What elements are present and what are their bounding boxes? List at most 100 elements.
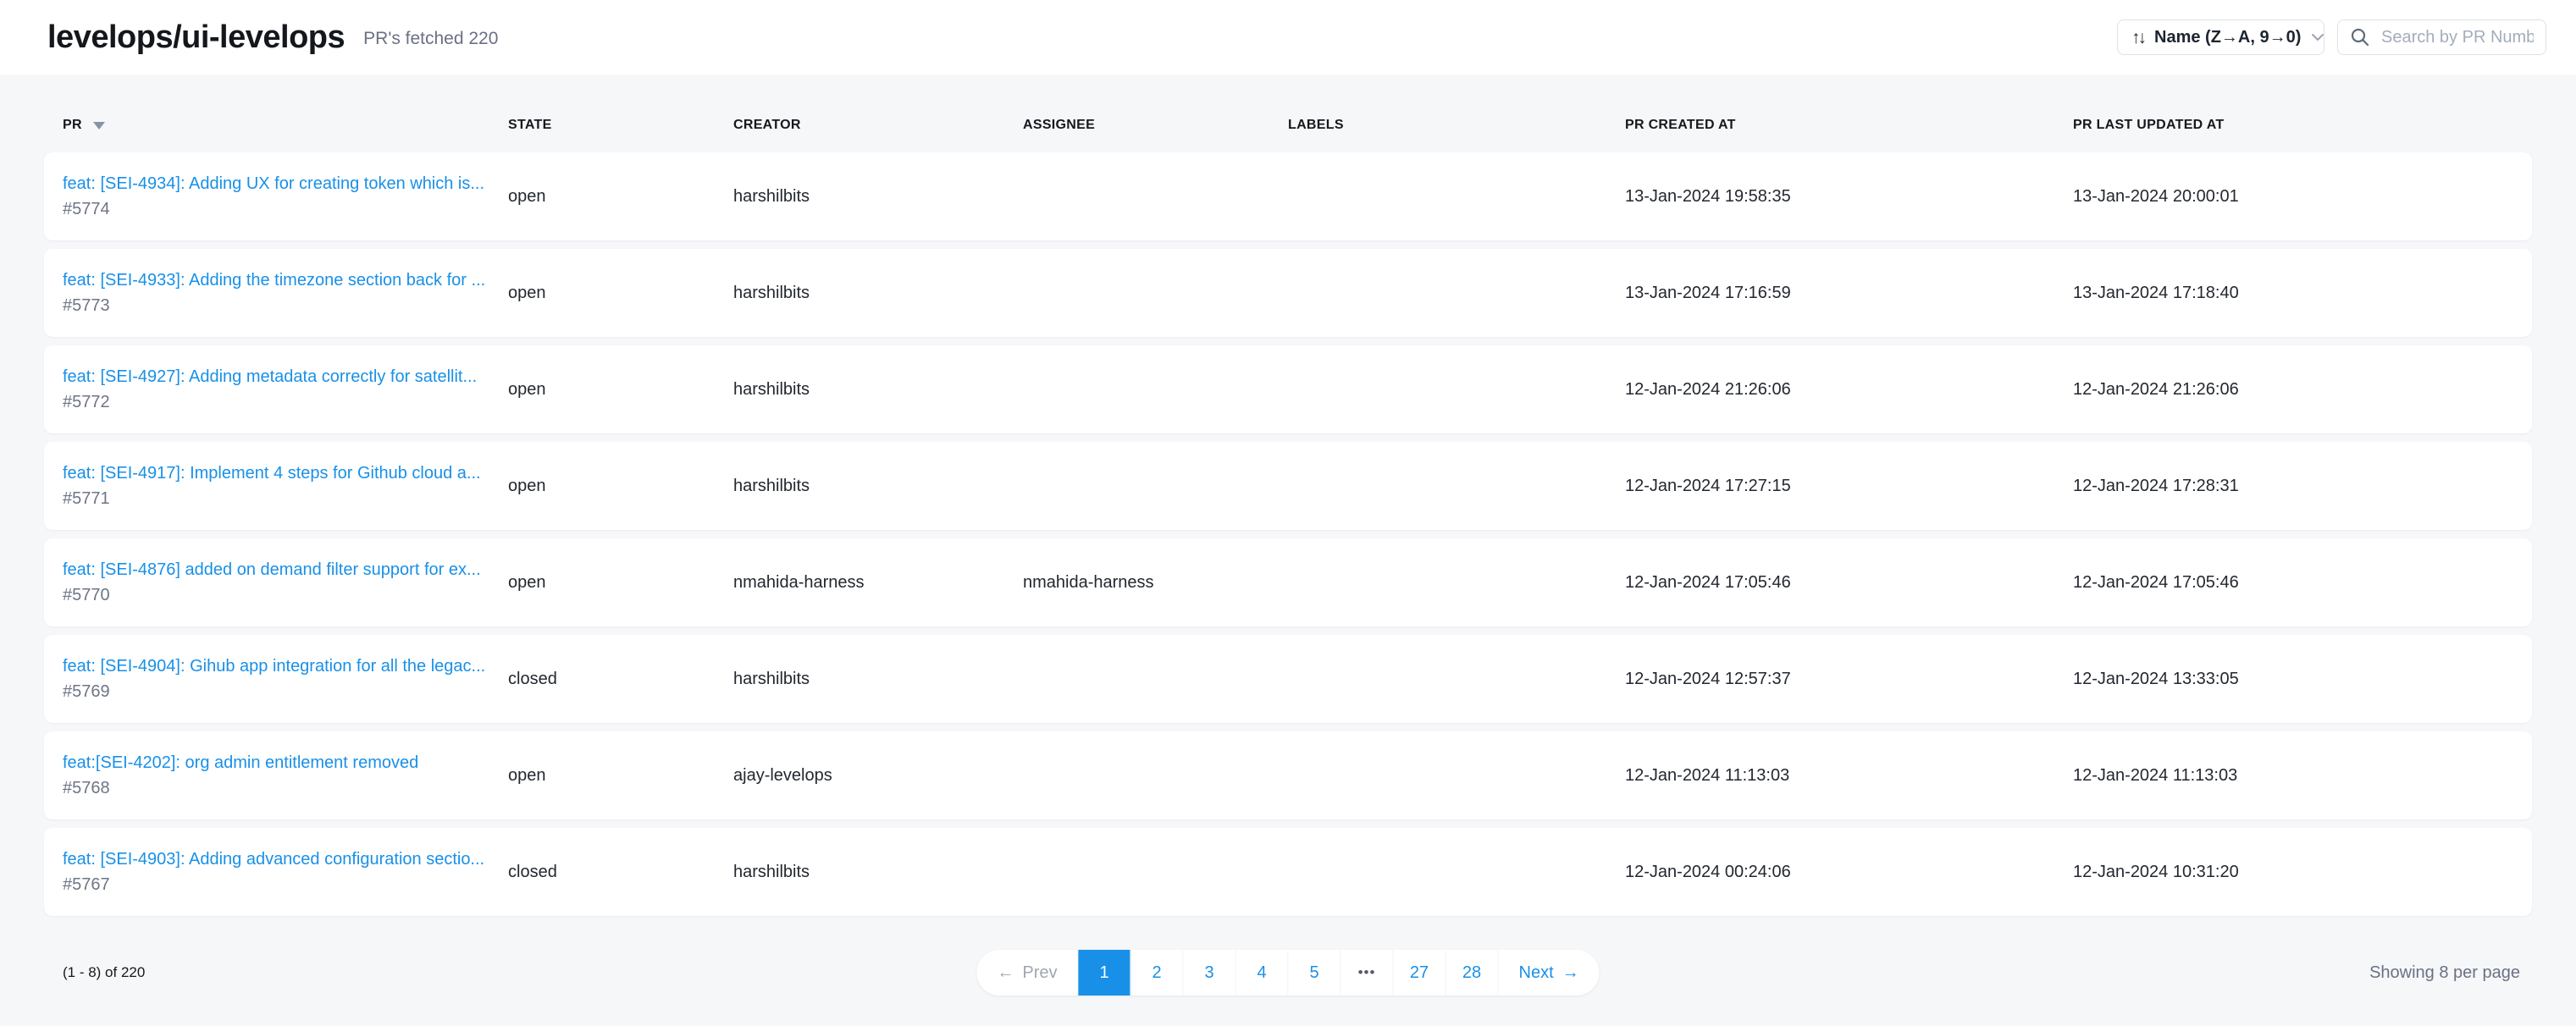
pr-cell: feat: [SEI-4903]: Adding advanced config…	[63, 850, 508, 895]
main-content: PR STATE CREATOR ASSIGNEE LABELS PR CREA…	[0, 74, 2576, 996]
creator-cell: harshilbits	[733, 284, 1023, 303]
creator-cell: harshilbits	[733, 380, 1023, 400]
pr-number: #5768	[63, 779, 508, 798]
pr-number: #5770	[63, 586, 508, 605]
sort-caret-icon	[93, 122, 105, 130]
created-at-cell: 12-Jan-2024 21:26:06	[1625, 380, 2073, 400]
table-row: feat: [SEI-4934]: Adding UX for creating…	[44, 152, 2532, 240]
search-icon	[2350, 27, 2370, 47]
updated-at-cell: 13-Jan-2024 17:18:40	[2073, 284, 2513, 303]
pr-cell: feat: [SEI-4934]: Adding UX for creating…	[63, 174, 508, 219]
table-footer: (1 - 8) of 220 ← Prev 1 2 3 4 5 ••• 27 2…	[44, 950, 2532, 996]
creator-cell: ajay-levelops	[733, 766, 1023, 786]
table-body: feat: [SEI-4934]: Adding UX for creating…	[44, 152, 2532, 916]
pr-title-link[interactable]: feat:[SEI-4202]: org admin entitlement r…	[63, 753, 508, 773]
column-header-pr-last-updated-at: PR LAST UPDATED AT	[2073, 118, 2513, 133]
pr-cell: feat: [SEI-4904]: Gihub app integration …	[63, 657, 508, 702]
column-header-pr-created-at: PR CREATED AT	[1625, 118, 2073, 133]
pagination-page-28[interactable]: 28	[1446, 950, 1499, 996]
state-cell: open	[508, 380, 733, 400]
pagination-page-27[interactable]: 27	[1394, 950, 1446, 996]
pr-number: #5769	[63, 682, 508, 702]
results-range: (1 - 8) of 220	[63, 964, 145, 981]
pr-title-link[interactable]: feat: [SEI-4903]: Adding advanced config…	[63, 850, 508, 869]
updated-at-cell: 12-Jan-2024 21:26:06	[2073, 380, 2513, 400]
chevron-down-icon	[2311, 33, 2324, 41]
table-row: feat: [SEI-4876] added on demand filter …	[44, 538, 2532, 626]
top-bar: levelops/ui-levelops PR's fetched 220 ↑↓…	[0, 0, 2576, 74]
sort-order-icon: ↑↓	[2131, 29, 2144, 47]
column-header-state: STATE	[508, 118, 733, 133]
column-header-pr[interactable]: PR	[63, 118, 508, 133]
next-button[interactable]: Next →	[1499, 950, 1600, 996]
pr-title-link[interactable]: feat: [SEI-4934]: Adding UX for creating…	[63, 174, 508, 194]
creator-cell: harshilbits	[733, 187, 1023, 207]
state-cell: open	[508, 284, 733, 303]
pagination-page-1[interactable]: 1	[1079, 950, 1131, 996]
table-row: feat: [SEI-4933]: Adding the timezone se…	[44, 249, 2532, 337]
sort-dropdown-label: Name (Z→A, 9→0)	[2154, 28, 2301, 47]
table-row: feat: [SEI-4927]: Adding metadata correc…	[44, 345, 2532, 433]
state-cell: open	[508, 477, 733, 496]
updated-at-cell: 12-Jan-2024 17:05:46	[2073, 573, 2513, 593]
creator-cell: harshilbits	[733, 477, 1023, 496]
pr-title-link[interactable]: feat: [SEI-4904]: Gihub app integration …	[63, 657, 508, 676]
creator-cell: harshilbits	[733, 863, 1023, 882]
pagination-page-2[interactable]: 2	[1131, 950, 1184, 996]
column-header-assignee: ASSIGNEE	[1023, 118, 1288, 133]
fetched-count-label: PR's fetched 220	[363, 29, 498, 49]
arrow-left-icon: ←	[997, 963, 1014, 983]
column-header-labels: LABELS	[1288, 118, 1625, 133]
state-cell: open	[508, 766, 733, 786]
updated-at-cell: 12-Jan-2024 13:33:05	[2073, 670, 2513, 689]
updated-at-cell: 12-Jan-2024 11:13:03	[2073, 766, 2513, 786]
created-at-cell: 12-Jan-2024 17:27:15	[1625, 477, 2073, 496]
sort-dropdown[interactable]: ↑↓ Name (Z→A, 9→0)	[2117, 19, 2324, 55]
assignee-cell: nmahida-harness	[1023, 573, 1288, 593]
pr-number: #5767	[63, 875, 508, 895]
state-cell: closed	[508, 863, 733, 882]
pr-cell: feat: [SEI-4927]: Adding metadata correc…	[63, 367, 508, 412]
pagination-page-3[interactable]: 3	[1184, 950, 1236, 996]
updated-at-cell: 13-Jan-2024 20:00:01	[2073, 187, 2513, 207]
pr-title-link[interactable]: feat: [SEI-4917]: Implement 4 steps for …	[63, 464, 508, 483]
creator-cell: harshilbits	[733, 670, 1023, 689]
updated-at-cell: 12-Jan-2024 10:31:20	[2073, 863, 2513, 882]
created-at-cell: 12-Jan-2024 11:13:03	[1625, 766, 2073, 786]
arrow-right-icon: →	[1562, 963, 1579, 983]
pagination-page-4[interactable]: 4	[1236, 950, 1289, 996]
table-row: feat:[SEI-4202]: org admin entitlement r…	[44, 731, 2532, 819]
pr-number: #5771	[63, 489, 508, 509]
table-row: feat: [SEI-4904]: Gihub app integration …	[44, 635, 2532, 723]
pr-title-link[interactable]: feat: [SEI-4876] added on demand filter …	[63, 560, 508, 580]
pr-title-link[interactable]: feat: [SEI-4927]: Adding metadata correc…	[63, 367, 508, 387]
search-input[interactable]	[2381, 28, 2534, 47]
pr-number: #5774	[63, 200, 508, 219]
created-at-cell: 12-Jan-2024 12:57:37	[1625, 670, 2073, 689]
pr-cell: feat:[SEI-4202]: org admin entitlement r…	[63, 753, 508, 798]
per-page-label: Showing 8 per page	[2369, 963, 2520, 983]
state-cell: open	[508, 187, 733, 207]
prev-button[interactable]: ← Prev	[976, 950, 1078, 996]
pr-title-link[interactable]: feat: [SEI-4933]: Adding the timezone se…	[63, 271, 508, 290]
table-header-row: PR STATE CREATOR ASSIGNEE LABELS PR CREA…	[44, 110, 2532, 141]
pr-cell: feat: [SEI-4876] added on demand filter …	[63, 560, 508, 605]
pagination-page-5[interactable]: 5	[1289, 950, 1341, 996]
pr-number: #5773	[63, 296, 508, 316]
state-cell: open	[508, 573, 733, 593]
state-cell: closed	[508, 670, 733, 689]
column-header-creator: CREATOR	[733, 118, 1023, 133]
pr-number: #5772	[63, 393, 508, 412]
page-title: levelops/ui-levelops	[47, 19, 345, 56]
search-box	[2337, 19, 2546, 55]
created-at-cell: 13-Jan-2024 19:58:35	[1625, 187, 2073, 207]
pr-cell: feat: [SEI-4933]: Adding the timezone se…	[63, 271, 508, 316]
pagination-ellipsis[interactable]: •••	[1341, 950, 1394, 996]
pr-cell: feat: [SEI-4917]: Implement 4 steps for …	[63, 464, 508, 509]
pagination: ← Prev 1 2 3 4 5 ••• 27 28 Next →	[976, 950, 1599, 996]
table-row: feat: [SEI-4917]: Implement 4 steps for …	[44, 442, 2532, 530]
updated-at-cell: 12-Jan-2024 17:28:31	[2073, 477, 2513, 496]
created-at-cell: 12-Jan-2024 00:24:06	[1625, 863, 2073, 882]
created-at-cell: 13-Jan-2024 17:16:59	[1625, 284, 2073, 303]
table-row: feat: [SEI-4903]: Adding advanced config…	[44, 828, 2532, 916]
